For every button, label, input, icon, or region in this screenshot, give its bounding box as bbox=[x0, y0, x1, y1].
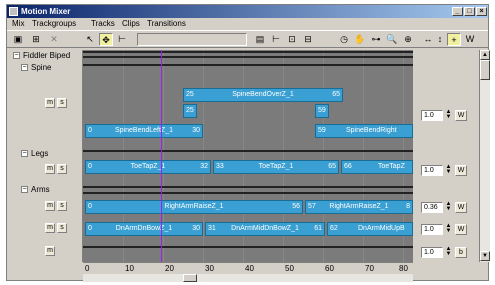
menu-tracks[interactable]: Tracks bbox=[91, 18, 115, 30]
weight-field[interactable]: 1.0 bbox=[421, 110, 443, 121]
weight-field[interactable]: 0.36 bbox=[421, 202, 443, 213]
minimize-button[interactable]: _ bbox=[452, 7, 463, 16]
menu-mix[interactable]: Mix bbox=[12, 18, 24, 30]
select-arrow-icon[interactable]: ↖ bbox=[83, 33, 97, 46]
weight-button[interactable]: W bbox=[455, 224, 467, 235]
toolbar: ▣ ⊞ ✕ ↖ ✥ ⊢ ▤ ⊢ ⊡ ⊟ ◷ ✋ ⊶ 🔍 ⊕ ↔ ↕ + W bbox=[7, 30, 488, 48]
weight-icon[interactable]: W bbox=[463, 33, 477, 46]
clip-toe-tap-2[interactable]: 33 ToeTapZ_1 65 bbox=[213, 160, 339, 174]
title-bar: Motion Mixer _ □ × bbox=[7, 5, 488, 18]
slide-clip-icon[interactable]: ⊢ bbox=[115, 33, 129, 46]
weight-field[interactable]: 1.0 bbox=[421, 224, 443, 235]
clip-dn-arm-dn-bow[interactable]: 0 DnArmDnBowZ_1 30 bbox=[85, 222, 203, 236]
move-clip-icon[interactable]: ✥ bbox=[99, 33, 113, 46]
mute-button[interactable]: m bbox=[45, 164, 55, 174]
scroll-down-icon[interactable]: ▼ bbox=[480, 251, 490, 261]
clip-dn-arm-mid-up-bow[interactable]: 62 DnArmMidUpB bbox=[327, 222, 413, 236]
weight-field[interactable]: 1.0 bbox=[421, 247, 443, 258]
weight-button[interactable]: W bbox=[455, 202, 467, 213]
clip-dn-arm-mid-dn-bow[interactable]: 31 DnArmMidDnBowZ_1 61 bbox=[205, 222, 325, 236]
time-ruler[interactable]: 0 10 20 30 40 50 60 70 80 bbox=[83, 262, 413, 274]
zoom-icon[interactable]: 🔍 bbox=[385, 33, 399, 46]
clip-spine-mid-b[interactable]: 59 bbox=[315, 104, 329, 118]
collapse-icon[interactable]: − bbox=[13, 52, 20, 60]
horizontal-scroll-thumb[interactable] bbox=[183, 274, 197, 282]
mute-button[interactable]: m bbox=[45, 98, 55, 108]
group-legs[interactable]: − Legs bbox=[21, 148, 48, 159]
spinner-icon[interactable]: ▲ ▼ bbox=[445, 109, 452, 121]
menu-bar: Mix Trackgroups Tracks Clips Transitions bbox=[7, 18, 488, 30]
close-button[interactable]: × bbox=[476, 7, 487, 16]
weight-field[interactable]: 1.0 bbox=[421, 165, 443, 176]
group-arms[interactable]: − Arms bbox=[21, 184, 50, 195]
clip-spine-bend-over[interactable]: 25 SpineBendOverZ_1 65 bbox=[183, 88, 343, 102]
maximize-button[interactable]: □ bbox=[464, 7, 475, 16]
clip-spine-mid-a[interactable]: 25 bbox=[183, 104, 197, 118]
add-icon[interactable]: + bbox=[447, 33, 461, 46]
mute-button[interactable]: m bbox=[45, 246, 55, 256]
zoom-extents-icon[interactable]: ⊶ bbox=[369, 33, 383, 46]
filter-icon[interactable]: ▣ bbox=[11, 33, 25, 46]
spinner-icon[interactable]: ▲ ▼ bbox=[445, 164, 452, 176]
solo-button[interactable]: s bbox=[57, 164, 67, 174]
mute-button[interactable]: m bbox=[45, 201, 55, 211]
solo-button[interactable]: s bbox=[57, 98, 67, 108]
clip-toe-tap-3[interactable]: 66 ToeTapZ bbox=[341, 160, 413, 174]
trim-icon[interactable]: ⊢ bbox=[269, 33, 283, 46]
collapse-icon[interactable]: − bbox=[21, 186, 28, 194]
horizontal-scrollbar[interactable] bbox=[83, 274, 413, 282]
zoom-region-icon[interactable]: ⊕ bbox=[401, 33, 415, 46]
solo-button[interactable]: s bbox=[57, 223, 67, 233]
weight-button[interactable]: W bbox=[455, 165, 467, 176]
collapse-icon[interactable]: − bbox=[21, 64, 28, 72]
weight-button[interactable]: W bbox=[455, 110, 467, 121]
clip-toe-tap-1[interactable]: 0 ToeTapZ_1 32 bbox=[85, 160, 211, 174]
app-icon bbox=[9, 7, 18, 16]
set-range-icon[interactable]: ▤ bbox=[253, 33, 267, 46]
root-node[interactable]: − Fiddler Biped bbox=[13, 50, 70, 61]
motion-mixer-window: Motion Mixer _ □ × Mix Trackgroups Track… bbox=[6, 4, 490, 282]
add-track-icon[interactable]: ⊞ bbox=[29, 33, 43, 46]
spinner-icon[interactable]: ▲ ▼ bbox=[445, 223, 452, 235]
vertical-scrollbar[interactable]: ▲ ▼ bbox=[479, 50, 490, 262]
clip-spine-bend-left[interactable]: 0 SpineBendLeftZ_1 30 bbox=[85, 124, 203, 138]
pan-hand-icon[interactable]: ✋ bbox=[353, 33, 367, 46]
clip-spine-bend-right[interactable]: 59 SpineBendRight bbox=[315, 124, 413, 138]
scroll-up-icon[interactable]: ▲ bbox=[480, 50, 490, 60]
delete-icon[interactable]: ✕ bbox=[47, 33, 61, 46]
lock-icon[interactable]: ⊟ bbox=[301, 33, 315, 46]
clip-right-arm-raise-2[interactable]: 57 RightArmRaiseZ_1 8 bbox=[305, 200, 413, 214]
time-slider-playhead[interactable] bbox=[161, 50, 162, 262]
spinner-icon[interactable]: ▲ ▼ bbox=[445, 246, 452, 258]
clip-right-arm-raise-1[interactable]: 0 RightArmRaiseZ_1 56 bbox=[85, 200, 303, 214]
scroll-thumb[interactable] bbox=[480, 60, 490, 80]
menu-transitions[interactable]: Transitions bbox=[147, 18, 186, 30]
vertical-resize-icon[interactable]: ↕ bbox=[433, 33, 447, 46]
solo-button[interactable]: s bbox=[57, 201, 67, 211]
group-spine[interactable]: − Spine bbox=[21, 62, 51, 73]
weight-column: 1.0 ▲ ▼ W 1.0 ▲ ▼ W 0.36 ▲ ▼ W 1.0 ▲ ▼ W 1.0… bbox=[413, 50, 479, 262]
collapse-icon[interactable]: − bbox=[21, 150, 28, 158]
clock-icon[interactable]: ◷ bbox=[337, 33, 351, 46]
track-area: − Fiddler Biped − Spine m s − Legs m s − Arm… bbox=[7, 50, 479, 262]
menu-clips[interactable]: Clips bbox=[122, 18, 140, 30]
window-title: Motion Mixer bbox=[21, 7, 71, 16]
track-tree: − Fiddler Biped − Spine m s − Legs m s − Arm… bbox=[7, 50, 83, 262]
loop-icon[interactable]: ⊡ bbox=[285, 33, 299, 46]
weight-button[interactable]: b bbox=[455, 247, 467, 258]
spinner-icon[interactable]: ▲ ▼ bbox=[445, 201, 452, 213]
toolbar-field[interactable] bbox=[137, 33, 247, 46]
mute-button[interactable]: m bbox=[45, 223, 55, 233]
timeline[interactable]: 25 SpineBendOverZ_1 65 25 59 0 SpineBend… bbox=[83, 50, 413, 262]
menu-trackgroups[interactable]: Trackgroups bbox=[32, 18, 76, 30]
